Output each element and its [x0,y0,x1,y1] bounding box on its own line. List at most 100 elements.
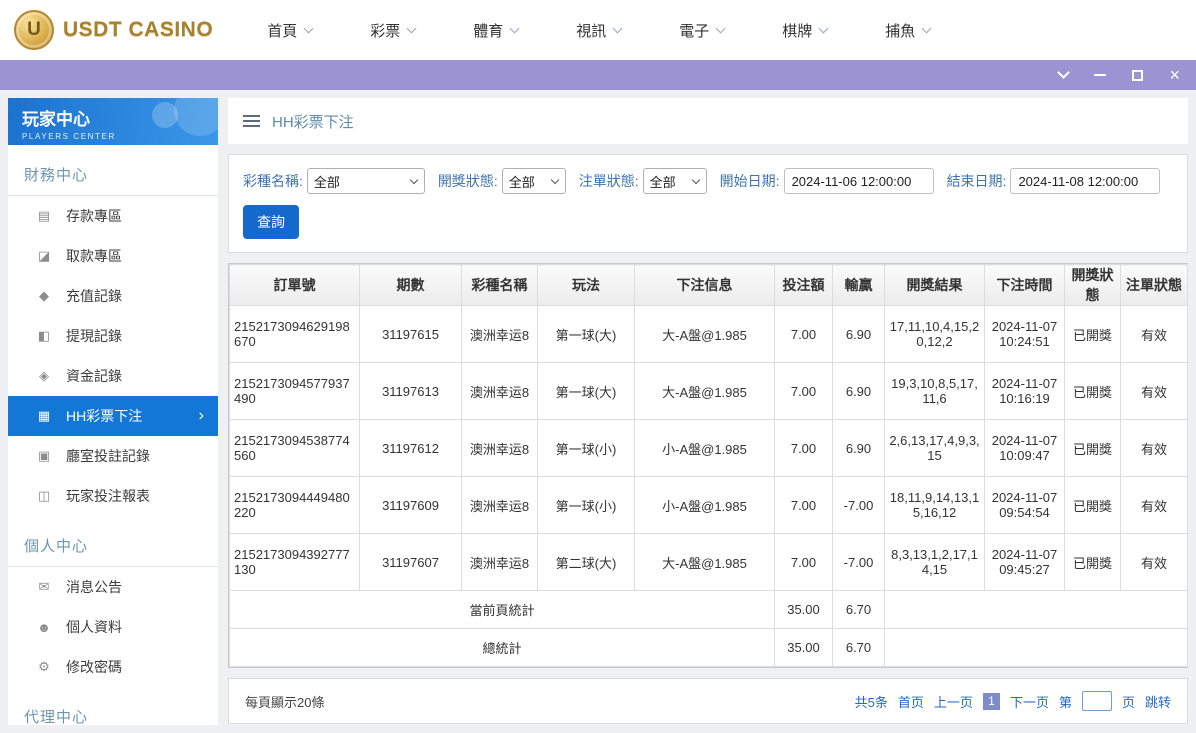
next-page-link[interactable]: 下一页 [1010,692,1049,711]
lottery-bet-icon: ▦ [37,408,51,423]
col-header-time: 下注時間 [984,264,1065,306]
cell-period: 31197607 [359,533,462,591]
nav-item-sports[interactable]: 體育 [473,20,520,41]
chevron-down-icon [303,23,314,33]
summary-row-current-page: 當前頁統計 35.00 6.70 [229,590,1188,629]
jump-page-input[interactable] [1081,691,1112,711]
chevron-down-icon [409,175,419,184]
sidebar-item-deposit[interactable]: ▤ 存款專區 [8,196,218,236]
sidebar-item-withdraw-record[interactable]: ◧ 提現記錄 [8,316,218,356]
cell-time: 2024-11-07 09:54:54 [984,476,1065,534]
sidebar-item-hh-lottery-bet[interactable]: ▦ HH彩票下注 [8,396,218,436]
cell-lottery: 澳洲幸运8 [461,362,538,420]
collapse-icon[interactable] [1057,66,1071,79]
minimize-button[interactable] [1094,74,1107,76]
sidebar-item-funds-record[interactable]: ◈ 資金記錄 [8,356,218,396]
search-button[interactable]: 查詢 [243,205,299,239]
cell-draw-status: 已開獎 [1064,533,1121,591]
nav-item-home[interactable]: 首頁 [267,20,314,41]
cell-amount: 7.00 [774,305,833,363]
cell-time: 2024-11-07 10:24:51 [984,305,1065,363]
nav-item-lottery[interactable]: 彩票 [370,20,417,41]
nav-item-label: 棋牌 [782,22,813,40]
prev-page-link[interactable]: 上一页 [934,692,973,711]
order-status-select[interactable]: 全部 [642,168,707,194]
nav-item-fishing[interactable]: 捕魚 [885,20,932,41]
cell-order-status: 有效 [1120,362,1188,420]
nav-item-label: 彩票 [370,22,401,40]
logo[interactable]: U USDT CASINO [14,10,213,50]
logo-text: USDT CASINO [63,18,214,41]
cell-bet-info: 大-A盤@1.985 [634,533,775,591]
chevron-down-icon [818,23,829,33]
draw-status-select[interactable]: 全部 [501,168,566,194]
cell-play: 第一球(小) [537,476,635,534]
hall-record-icon: ▣ [37,448,51,463]
cell-play: 第一球(大) [537,362,635,420]
sidebar-item-player-report[interactable]: ◫ 玩家投注報表 [8,476,218,516]
start-date-input[interactable] [783,168,934,194]
section-agent-center: 代理中心 [8,691,218,725]
col-header-lottery: 彩種名稱 [461,264,538,306]
sidebar-item-label: 提現記錄 [66,328,122,344]
page-size-text: 每頁顯示20條 [245,694,325,710]
col-header-order-status: 注單狀態 [1120,264,1188,306]
page-title: HH彩票下注 [272,113,354,131]
cell-lottery: 澳洲幸运8 [461,476,538,534]
cell-period: 31197612 [359,419,462,477]
summary-current-amount: 35.00 [774,590,833,629]
cell-period: 31197609 [359,476,462,534]
sidebar-item-change-password[interactable]: ⚙ 修改密碼 [8,647,218,687]
cell-order-status: 有效 [1120,476,1188,534]
table-row: 2152173094449480220 31197609 澳洲幸运8 第一球(小… [229,476,1188,534]
sidebar-subtitle: PLAYERS CENTER [22,132,116,141]
withdraw-icon: ◪ [37,248,51,263]
order-status-select-value: 全部 [649,174,676,190]
table-row: 2152173094538774560 31197612 澳洲幸运8 第一球(小… [229,419,1188,477]
cell-draw-status: 已開獎 [1064,305,1121,363]
col-header-draw-status: 開獎狀態 [1064,264,1121,306]
col-header-play: 玩法 [537,264,635,306]
sidebar-item-withdraw[interactable]: ◪ 取款專區 [8,236,218,276]
sidebar-item-announcements[interactable]: ✉ 消息公告 [8,567,218,607]
lottery-name-select[interactable]: 全部 [306,168,425,194]
nav-item-label: 電子 [679,22,710,40]
table-row: 2152173094629198670 31197615 澳洲幸运8 第一球(大… [229,305,1188,363]
cell-result: 19,3,10,8,5,17,11,6 [884,362,985,420]
lottery-name-select-value: 全部 [313,174,340,190]
cell-result: 8,3,13,1,2,17,14,15 [884,533,985,591]
jump-prefix-text: 第 [1058,694,1072,710]
bets-table: 訂單號 期數 彩種名稱 玩法 下注信息 投注額 輸贏 開獎結果 下注時間 開獎狀… [229,264,1188,667]
nav-item-boardgames[interactable]: 棋牌 [782,20,829,41]
nav-item-label: 捕魚 [885,22,916,40]
nav-item-electronic[interactable]: 電子 [679,20,726,41]
cell-order-status: 有效 [1120,305,1188,363]
withdraw-record-icon: ◧ [37,328,51,343]
cell-win: 6.90 [832,305,885,363]
jump-button[interactable]: 跳转 [1145,692,1171,711]
cell-amount: 7.00 [774,362,833,420]
chevron-down-icon [691,175,700,184]
cell-draw-status: 已開獎 [1064,419,1121,477]
col-header-bet-info: 下注信息 [634,264,775,306]
end-date-input[interactable] [1010,168,1161,194]
sidebar-item-profile[interactable]: ☻ 個人資料 [8,607,218,647]
main-content: HH彩票下注 彩種名稱: 全部 開獎狀態: 全部 注單狀態: 全部 開始日期: … [228,98,1188,725]
total-count-text: 共5条 [854,694,888,710]
cell-lottery: 澳洲幸运8 [461,305,538,363]
close-button[interactable]: × [1169,66,1180,84]
maximize-button[interactable] [1132,69,1144,81]
cell-play: 第二球(大) [537,533,635,591]
sidebar-item-recharge-record[interactable]: ◆ 充值記錄 [8,276,218,316]
menu-icon[interactable] [243,115,260,127]
cell-bet-info: 大-A盤@1.985 [634,362,775,420]
nav-item-video[interactable]: 視訊 [576,20,623,41]
current-page-indicator[interactable]: 1 [982,692,1000,710]
first-page-link[interactable]: 首页 [898,692,924,711]
sidebar-item-hall-bet-record[interactable]: ▣ 廳室投註記錄 [8,436,218,476]
main-nav: 首頁 彩票 體育 視訊 電子 棋牌 捕魚 [267,20,932,41]
table-header-row: 訂單號 期數 彩種名稱 玩法 下注信息 投注額 輸贏 開獎結果 下注時間 開獎狀… [229,264,1188,306]
cell-time: 2024-11-07 10:09:47 [984,419,1065,477]
cell-bet-info: 小-A盤@1.985 [634,476,775,534]
chevron-down-icon [406,23,417,33]
